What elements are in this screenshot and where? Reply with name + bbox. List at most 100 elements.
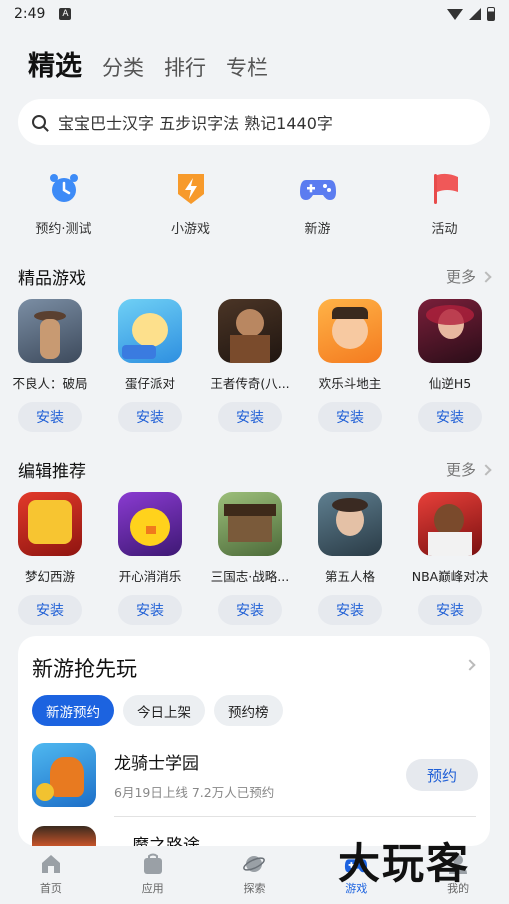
pill-today[interactable]: 今日上架 [123, 695, 205, 726]
more-label: 更多 [445, 268, 476, 286]
game-name: 魔之路途 [132, 836, 200, 846]
search-bar[interactable]: 宝宝巴士汉字 五步识字法 熟记1440字 [18, 99, 490, 145]
planet-icon [242, 852, 266, 876]
quick-label: 活动 [431, 222, 458, 237]
app-item[interactable]: 梦幻西游 安装 [0, 492, 100, 625]
app-icon [418, 492, 482, 556]
app-name: 开心消消乐 [118, 569, 182, 584]
app-icon [318, 299, 382, 363]
game-icon [32, 826, 96, 846]
nav-explore[interactable]: 探索 [204, 846, 306, 904]
section-title: 精品游戏 [18, 269, 86, 289]
quick-label: 新游 [304, 222, 331, 237]
pill-tabs: 新游预约 今日上架 预约榜 [32, 695, 283, 726]
install-button[interactable]: 安装 [418, 402, 482, 432]
featured-apps: 不良人：破局 安装 蛋仔派对 安装 王者传奇(八... 安装 欢乐斗地主 安装 … [0, 299, 509, 432]
quick-minigame[interactable]: 小游戏 [127, 168, 254, 237]
app-name: 仙逆H5 [428, 376, 472, 391]
install-button[interactable]: 安装 [218, 402, 282, 432]
flag-icon [425, 168, 465, 208]
section-title: 编辑推荐 [18, 462, 86, 482]
app-icon [418, 299, 482, 363]
bag-icon [141, 852, 165, 876]
tab-ranking[interactable]: 排行 [164, 52, 206, 82]
alarm-clock-icon [44, 168, 84, 208]
tab-featured[interactable]: 精选 [28, 44, 82, 83]
app-name: NBA巅峰对决 [411, 569, 489, 584]
game-name: 龙骑士学园 [114, 754, 199, 774]
more-label: 更多 [445, 461, 476, 479]
app-name: 不良人：破局 [12, 376, 88, 391]
app-name: 第五人格 [324, 569, 375, 584]
app-item[interactable]: 第五人格 安装 [300, 492, 400, 625]
nav-apps[interactable]: 应用 [102, 846, 204, 904]
tab-column[interactable]: 专栏 [226, 52, 268, 82]
wifi-icon [447, 8, 463, 20]
app-item[interactable]: 王者传奇(八... 安装 [200, 299, 300, 432]
app-item[interactable]: 蛋仔派对 安装 [100, 299, 200, 432]
app-icon [218, 492, 282, 556]
nav-home[interactable]: 首页 [0, 846, 102, 904]
status-time: 2:49 [14, 6, 46, 22]
game-date: 6月19日上线 [114, 785, 188, 800]
more-link[interactable]: 更多 [445, 266, 492, 287]
app-icon [118, 492, 182, 556]
app-icon [118, 299, 182, 363]
app-item[interactable]: 欢乐斗地主 安装 [300, 299, 400, 432]
chevron-right-icon [480, 270, 492, 283]
game-icon [32, 743, 96, 807]
tab-category[interactable]: 分类 [102, 52, 144, 82]
game-info: 龙骑士学园 6月19日上线 7.2万人已预约 [114, 749, 274, 801]
editor-header: 编辑推荐 更多 [18, 457, 492, 482]
install-button[interactable]: 安装 [118, 402, 182, 432]
status-bar: 2:49 A [0, 0, 509, 28]
pill-reserve-rank[interactable]: 预约榜 [214, 695, 283, 726]
app-item[interactable]: 开心消消乐 安装 [100, 492, 200, 625]
app-icon [18, 492, 82, 556]
more-link[interactable]: 更多 [445, 459, 492, 480]
chevron-right-icon [480, 463, 492, 476]
quick-label: 小游戏 [170, 222, 210, 237]
search-icon [32, 115, 46, 129]
install-button[interactable]: 安装 [18, 595, 82, 625]
lightning-badge-icon [171, 168, 211, 208]
app-name: 三国志·战略... [210, 569, 290, 584]
app-name: 王者传奇(八... [210, 376, 290, 391]
app-name: 蛋仔派对 [124, 376, 175, 391]
app-item[interactable]: NBA巅峰对决 安装 [400, 492, 500, 625]
install-button[interactable]: 安装 [218, 595, 282, 625]
install-button[interactable]: 安装 [418, 595, 482, 625]
game-reserve-count: 7.2万人已预约 [191, 785, 275, 800]
app-icon [218, 299, 282, 363]
app-name: 欢乐斗地主 [318, 376, 382, 391]
app-item[interactable]: 不良人：破局 安装 [0, 299, 100, 432]
gamepad-icon [298, 168, 338, 208]
app-item[interactable]: 仙逆H5 安装 [400, 299, 500, 432]
pill-new-reserve[interactable]: 新游预约 [32, 695, 114, 726]
top-tabs: 精选 分类 排行 专栏 [28, 44, 268, 83]
status-indicators [447, 7, 495, 21]
watermark-logo: 大玩客 [338, 839, 471, 888]
new-games-card: 新游抢先玩 新游预约 今日上架 预约榜 龙骑士学园 6月19日上线 7.2万人已… [18, 636, 490, 846]
quick-reserve-test[interactable]: 预约·测试 [0, 168, 127, 237]
game-meta: 6月19日上线 7.2万人已预约 [114, 782, 274, 801]
nav-label: 首页 [39, 882, 62, 895]
home-icon [39, 852, 63, 876]
install-button[interactable]: 安装 [318, 595, 382, 625]
chevron-right-icon[interactable] [464, 659, 476, 671]
game-row[interactable]: 龙骑士学园 6月19日上线 7.2万人已预约 预约 [32, 742, 478, 808]
install-button[interactable]: 安装 [18, 402, 82, 432]
nav-label: 探索 [243, 882, 266, 895]
app-item[interactable]: 三国志·战略... 安装 [200, 492, 300, 625]
quick-entries: 预约·测试 小游戏 新游 活动 [0, 168, 509, 237]
divider [114, 816, 476, 817]
card-title: 新游抢先玩 [32, 657, 137, 681]
quick-label: 预约·测试 [35, 222, 92, 237]
install-button[interactable]: 安装 [318, 402, 382, 432]
app-icon [18, 299, 82, 363]
install-button[interactable]: 安装 [118, 595, 182, 625]
reserve-button[interactable]: 预约 [406, 759, 478, 791]
featured-header: 精品游戏 更多 [18, 264, 492, 289]
quick-newgame[interactable]: 新游 [254, 168, 381, 237]
quick-activity[interactable]: 活动 [381, 168, 508, 237]
